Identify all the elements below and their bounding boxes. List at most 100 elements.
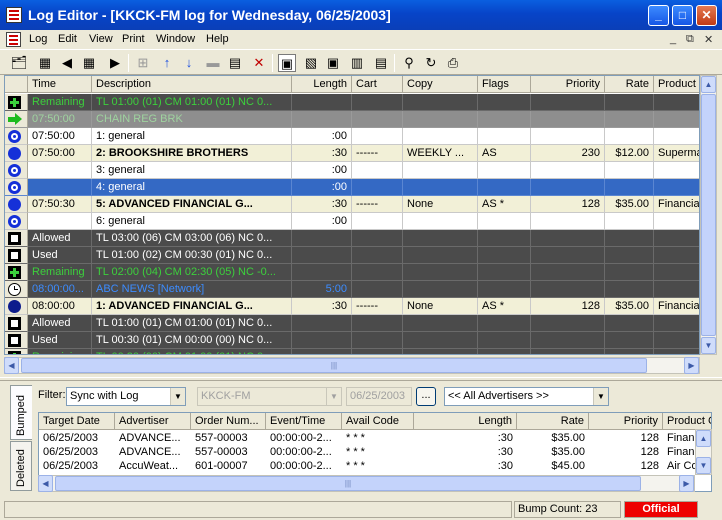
previous-day-icon[interactable]: ◀ (58, 54, 76, 72)
col-order-num[interactable]: Order Num... (191, 413, 266, 430)
col-time[interactable]: Time (28, 76, 92, 93)
filter-select[interactable]: Sync with Log ▼ (66, 387, 186, 406)
tab-bumped[interactable]: Bumped (10, 385, 32, 440)
row-indicator[interactable] (5, 332, 28, 349)
bumped-horizontal-scrollbar[interactable]: ◀ ||| ▶ (38, 475, 695, 492)
row-indicator[interactable] (5, 145, 28, 162)
row-indicator[interactable] (5, 179, 28, 196)
scroll-left-button[interactable]: ◀ (4, 357, 19, 374)
row-indicator[interactable] (5, 162, 28, 179)
col-bump-priority[interactable]: Priority (589, 413, 663, 430)
bumped-scroll-down-button[interactable]: ▼ (696, 457, 711, 474)
row-indicator[interactable] (5, 94, 28, 111)
row-indicator[interactable] (5, 128, 28, 145)
move-down-icon[interactable]: ↓ (180, 54, 198, 72)
col-length[interactable]: Length (292, 76, 352, 93)
scroll-right-button[interactable]: ▶ (684, 357, 699, 374)
scroll-down-button[interactable]: ▼ (701, 337, 716, 354)
mdi-close-button[interactable]: ✕ (704, 33, 713, 46)
minimize-button[interactable]: _ (648, 5, 669, 26)
menu-print[interactable]: Print (122, 33, 145, 45)
bumped-row[interactable]: 06/25/2003 ADVANCE... 557-00003 00:00:00-2.… (39, 445, 711, 459)
log-row[interactable]: 08:00:00 1: ADVANCED FINANCIAL G...:30 ---… (5, 298, 699, 315)
edit-spots-icon[interactable]: ▤ (226, 54, 244, 72)
log-row[interactable]: 07:50:00 CHAIN REG BRK (5, 111, 699, 128)
row-indicator[interactable] (5, 264, 28, 281)
col-copy[interactable]: Copy (403, 76, 478, 93)
col-target-date[interactable]: Target Date (39, 413, 115, 430)
log-horizontal-scrollbar[interactable]: ◀ ||| ▶ (4, 357, 700, 374)
bumped-vertical-scrollbar[interactable]: ▲ ▼ (695, 429, 712, 475)
log-vertical-scrollbar[interactable]: ▲ ▼ (700, 75, 717, 355)
row-indicator[interactable] (5, 111, 28, 128)
close-button[interactable]: ✕ (696, 5, 717, 26)
bumped-scroll-up-button[interactable]: ▲ (696, 430, 711, 447)
log-row[interactable]: 07:50:00 1: general:00 (5, 128, 699, 145)
print-icon[interactable]: ⎙ (444, 54, 462, 72)
log-row[interactable]: Remaining TL 01:00 (01) CM 01:00 (01) NC … (5, 94, 699, 111)
row-indicator[interactable] (5, 298, 28, 315)
advertiser-select[interactable]: << All Advertisers >> ▼ (444, 387, 609, 406)
col-flags[interactable]: Flags (478, 76, 531, 93)
horizontal-scroll-thumb[interactable]: ||| (21, 358, 647, 373)
chevron-down-icon[interactable]: ▼ (170, 388, 185, 405)
log-settings-icon[interactable]: ▦ (36, 54, 54, 72)
col-event-time[interactable]: Event/Time (266, 413, 342, 430)
row-indicator[interactable] (5, 247, 28, 264)
col-bump-product[interactable]: Product Co... (663, 413, 711, 430)
menu-log[interactable]: Log (29, 33, 47, 45)
move-up-icon[interactable]: ↑ (158, 54, 176, 72)
menu-edit[interactable]: Edit (58, 33, 77, 45)
row-indicator[interactable] (5, 349, 28, 354)
row-indicator[interactable] (5, 315, 28, 332)
log-row[interactable]: Allowed TL 03:00 (06) CM 03:00 (06) NC 0.… (5, 230, 699, 247)
col-priority[interactable]: Priority (531, 76, 605, 93)
row-indicator[interactable] (5, 281, 28, 298)
log-row[interactable]: 6: general:00 (5, 213, 699, 230)
bumped-scroll-right-button[interactable]: ▶ (679, 475, 694, 492)
scroll-thumb[interactable] (701, 94, 716, 336)
log-row[interactable]: 3: general:00 (5, 162, 699, 179)
col-product-code[interactable]: Product Co... (654, 76, 699, 93)
scroll-up-button[interactable]: ▲ (701, 76, 716, 93)
menu-help[interactable]: Help (206, 33, 229, 45)
log-row[interactable]: 07:50:30 5: ADVANCED FINANCIAL G...:30 ---… (5, 196, 699, 213)
col-bump-rate[interactable]: Rate (517, 413, 589, 430)
log-row[interactable]: 4: general:00 (5, 179, 699, 196)
col-rate[interactable]: Rate (605, 76, 654, 93)
col-bump-length[interactable]: Length (414, 413, 517, 430)
window-view-icon[interactable]: ▣ (324, 54, 342, 72)
log-row[interactable]: Remaining TL 02:00 (04) CM 02:30 (05) NC … (5, 264, 699, 281)
tab-deleted[interactable]: Deleted (10, 441, 32, 491)
list-view-icon[interactable]: ▤ (372, 54, 390, 72)
insert-break-icon[interactable]: ⊞ (134, 54, 152, 72)
document-menu-icon[interactable] (6, 32, 21, 47)
log-row[interactable]: RemainingTL 00:30 (00) CM 01:00 (01) NC … (5, 349, 699, 354)
bumped-horizontal-thumb[interactable]: ||| (55, 476, 641, 491)
next-day-icon[interactable]: ▶ (106, 54, 124, 72)
log-row[interactable]: Used TL 00:30 (01) CM 00:00 (00) NC 0... (5, 332, 699, 349)
maximize-button[interactable]: □ (672, 5, 693, 26)
col-avail-code[interactable]: Avail Code (342, 413, 414, 430)
folder-view-icon[interactable]: ▧ (302, 54, 320, 72)
delete-icon[interactable]: ✕ (250, 54, 268, 72)
bumped-scroll-left-button[interactable]: ◀ (38, 475, 53, 492)
log-grid[interactable]: Time Description Length Cart Copy Flags … (4, 75, 700, 355)
log-row[interactable]: Used TL 01:00 (02) CM 00:30 (01) NC 0... (5, 247, 699, 264)
log-row[interactable]: 08:00:00... ABC NEWS [Network] 5:00 (5, 281, 699, 298)
log-row[interactable]: 07:50:00 2: BROOKSHIRE BROTHERS:30 ------ W… (5, 145, 699, 162)
col-cart[interactable]: Cart (352, 76, 403, 93)
menu-view[interactable]: View (89, 33, 113, 45)
mdi-minimize-button[interactable]: _ (670, 33, 676, 45)
col-description[interactable]: Description (92, 76, 292, 93)
row-indicator[interactable] (5, 213, 28, 230)
row-indicator[interactable] (5, 230, 28, 247)
column-view-icon[interactable]: ▥ (348, 54, 366, 72)
menu-window[interactable]: Window (156, 33, 195, 45)
blank-tool-icon[interactable]: ▬ (204, 54, 222, 72)
calendar-icon[interactable]: ▦ (80, 54, 98, 72)
log-editor-app-icon[interactable] (6, 7, 22, 23)
pane-splitter[interactable] (0, 377, 722, 381)
refresh-icon[interactable]: ↻ (422, 54, 440, 72)
bumped-row[interactable]: 06/25/2003 ADVANCE... 557-00003 00:00:00-2.… (39, 431, 711, 445)
